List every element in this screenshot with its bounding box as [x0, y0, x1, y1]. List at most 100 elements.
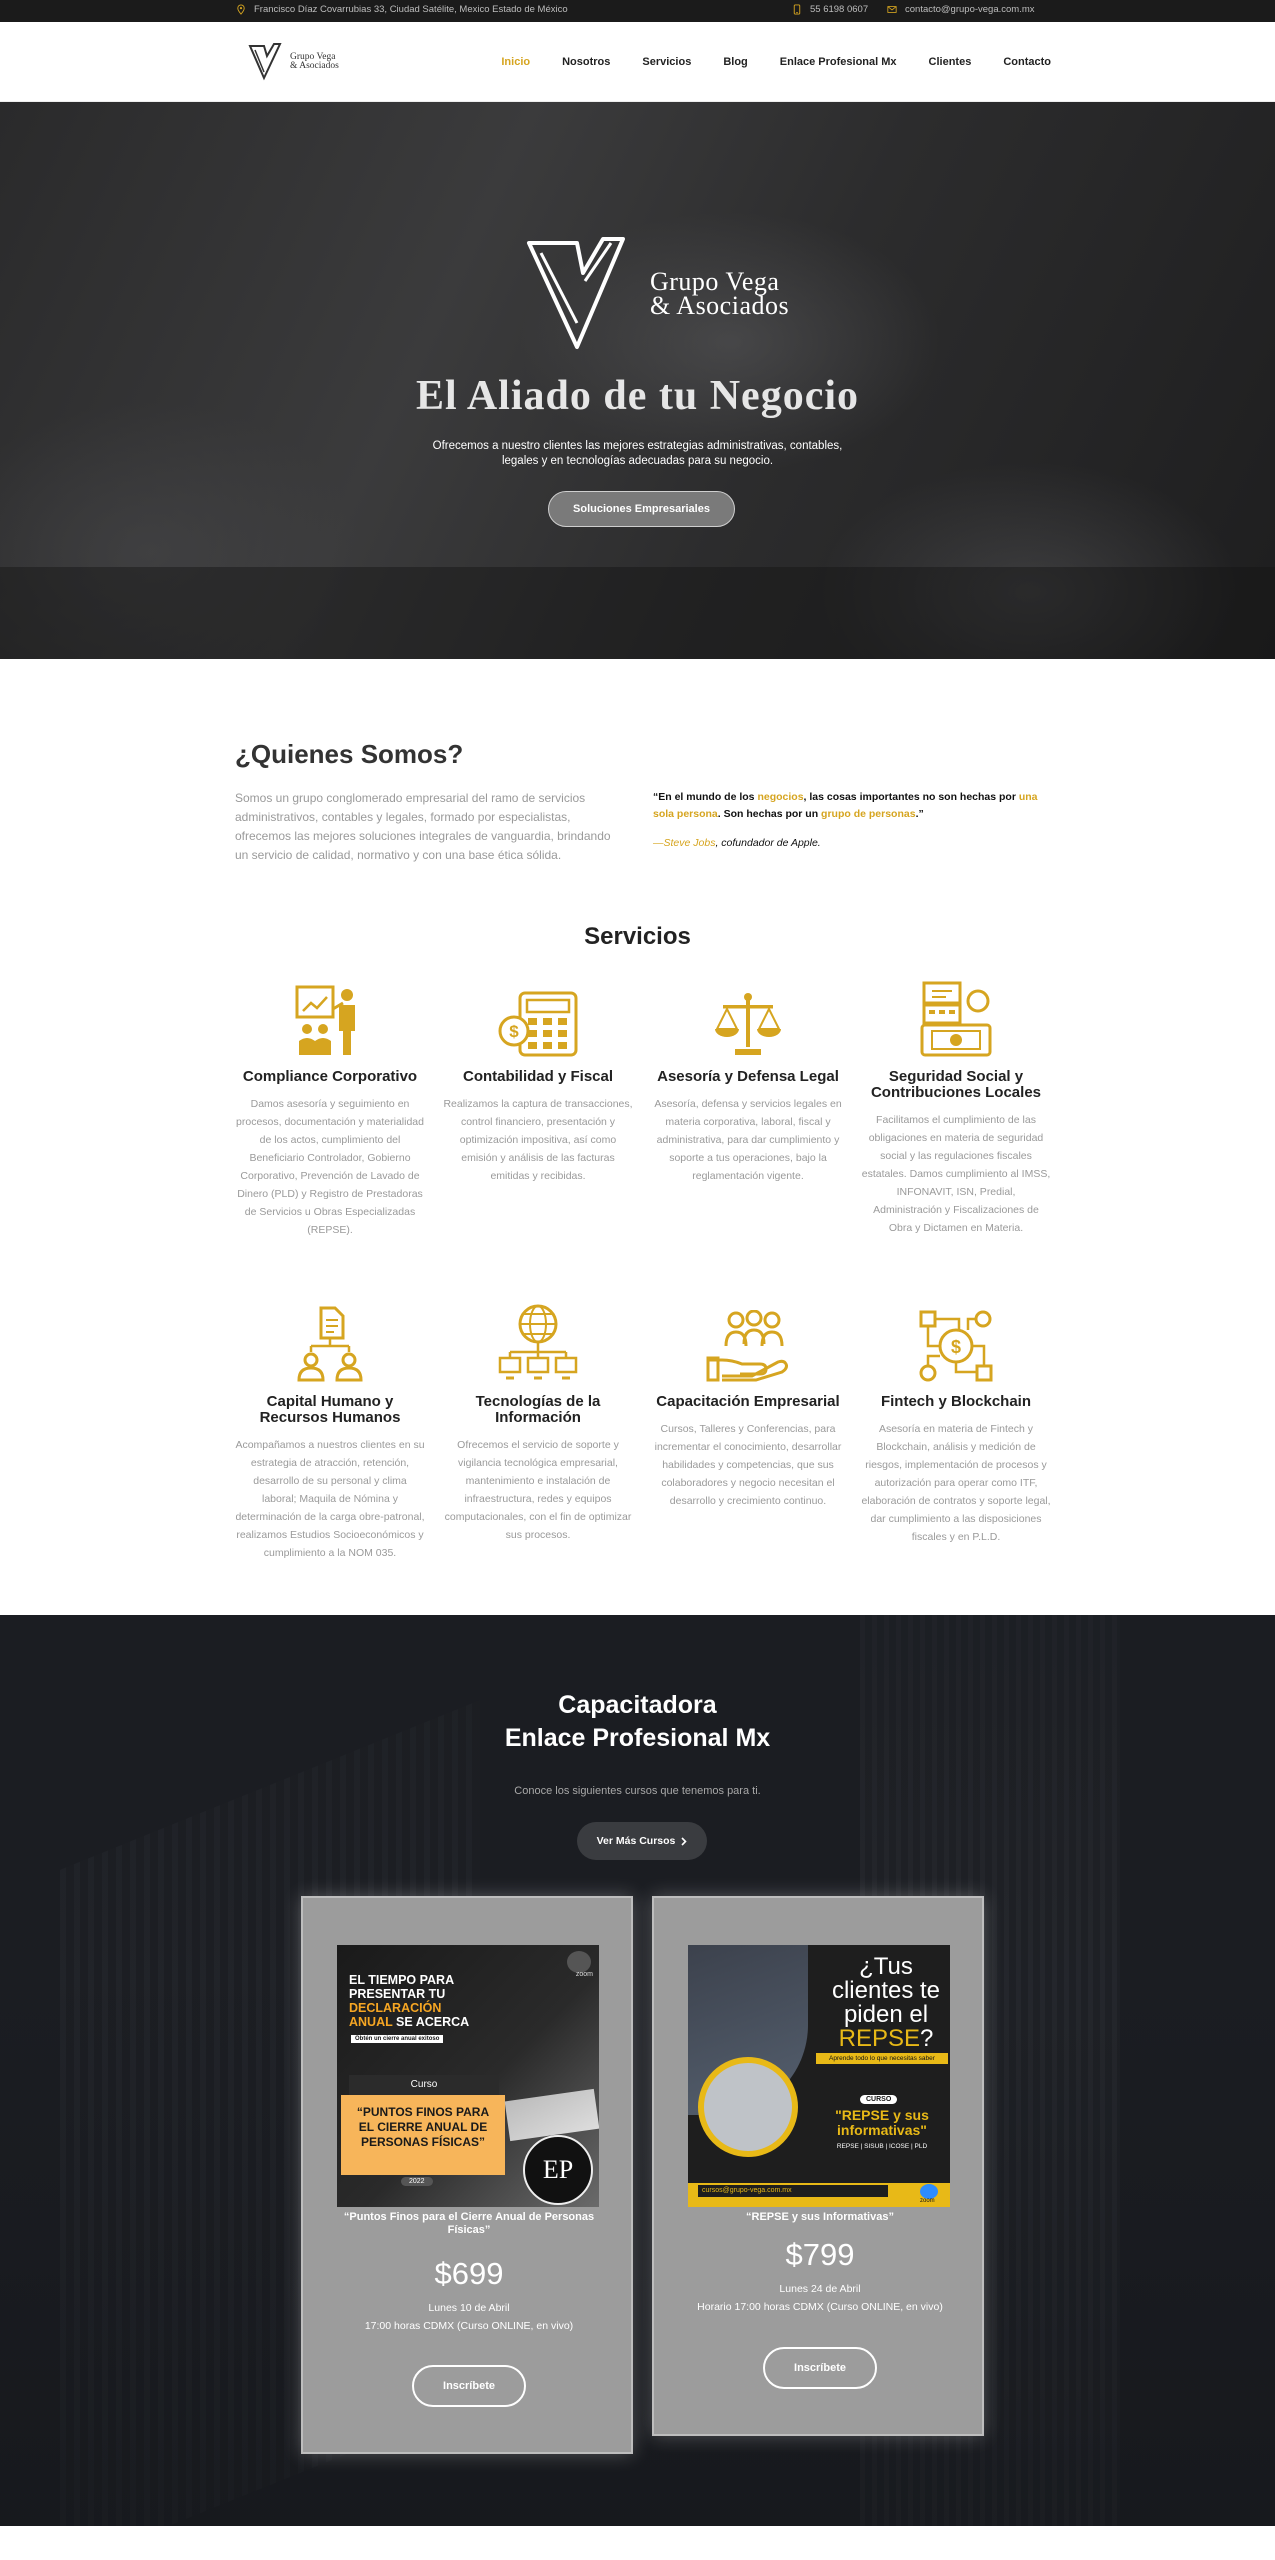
service-card: Compliance Corporativo Damos asesoría y s… [235, 975, 425, 1239]
course-time: Horario 17:00 horas CDMX (Curso ONLINE, … [697, 2301, 943, 2313]
course-price: $699 [434, 2256, 504, 2291]
zoom-label: zoom [575, 1971, 593, 1978]
calculator-icon: $ [443, 975, 633, 1057]
team-hand-icon [653, 1300, 843, 1382]
ep-logo: EP [523, 2135, 593, 2205]
solutions-button[interactable]: Soluciones Empresariales [548, 491, 735, 527]
poster-line: REPSE [838, 2025, 920, 2052]
service-description: Realizamos la captura de transacciones, … [443, 1098, 633, 1182]
training-title-line-1: Capacitadora [558, 1691, 717, 1719]
nav-item-nosotros[interactable]: Nosotros [562, 56, 610, 68]
service-description: Damos asesoría y seguimiento en procesos… [236, 1098, 424, 1236]
poster-strip: Aprende todo lo que necesitas saber [816, 2053, 948, 2064]
service-title: Seguridad Social y Contribuciones Locale… [870, 1068, 1042, 1101]
top-bar: Francisco Díaz Covarrubias 33, Ciudad Sa… [0, 0, 1275, 22]
course-date: Lunes 24 de Abril [779, 2283, 861, 2295]
nav-item-inicio[interactable]: Inicio [501, 56, 530, 68]
svg-text:$: $ [509, 1022, 519, 1041]
quote-text: , las cosas importantes no son hechas po… [803, 791, 1019, 803]
about-title: ¿Quienes Somos? [235, 739, 464, 769]
service-title: Tecnologías de la Información [475, 1393, 601, 1426]
more-courses-button[interactable]: Ver Más Cursos [577, 1822, 707, 1860]
poster-badge: CURSO [860, 2095, 898, 2104]
network-icon [443, 1300, 633, 1382]
service-card: Capital Humano y Recursos Humanos Acompañ… [235, 1300, 425, 1562]
poster-hand-graphic [504, 2088, 599, 2142]
service-description: Asesoría en materia de Fintech y Blockch… [861, 1423, 1051, 1543]
service-card: $ Fintech y Blockchain Asesoría en materia… [861, 1300, 1051, 1546]
poster-tags: REPSE | SISUB | ICOSE | PLD [836, 2143, 928, 2150]
course-poster[interactable]: ¿Tus clientes te piden el REPSE? Aprende… [688, 1945, 950, 2207]
blockchain-icon: $ [861, 1300, 1051, 1382]
poster-line: EL TIEMPO PARA [349, 1973, 455, 1987]
poster-box: "REPSE y sus informativas" [818, 2108, 946, 2138]
service-card: $ Contabilidad y Fiscal Realizamos la capt… [443, 975, 633, 1185]
hero-logo: Grupo Vega & Asociados [525, 235, 789, 353]
envelope-icon [887, 6, 897, 13]
services-grid: Compliance Corporativo Damos asesoría y s… [0, 975, 1275, 1615]
training-section: Capacitadora Enlace Profesional Mx Conoce… [0, 1615, 1275, 2526]
zoom-badge [567, 1951, 591, 1973]
enroll-button[interactable]: Inscríbete [763, 2347, 877, 2389]
poster-box: “PUNTOS FINOS PARA EL CIERRE ANUAL DE PE… [341, 2095, 505, 2175]
poster-badge: Curso [349, 2075, 499, 2095]
quote-text: “En el mundo de los [653, 791, 758, 803]
site-logo[interactable]: Grupo Vega & Asociados [248, 42, 339, 82]
more-courses-label: Ver Más Cursos [596, 1835, 676, 1847]
service-title: Asesoría y Defensa Legal [657, 1068, 839, 1085]
svg-text:$: $ [951, 1337, 961, 1357]
nav-item-clientes[interactable]: Clientes [929, 56, 972, 68]
service-card: Seguridad Social y Contribuciones Locale… [861, 975, 1051, 1237]
poster-email: cursos@grupo-vega.com.mx [698, 2185, 888, 2197]
presentation-icon [235, 975, 425, 1057]
service-description: Cursos, Talleres y Conferencias, para in… [654, 1423, 842, 1507]
nav-item-contacto[interactable]: Contacto [1003, 56, 1051, 68]
phone-text[interactable]: 55 6198 0607 [810, 4, 868, 15]
course-date: Lunes 10 de Abril [428, 2302, 510, 2314]
zoom-badge [920, 2184, 938, 2199]
nav-item-enlace-profesional-mx[interactable]: Enlace Profesional Mx [780, 56, 897, 68]
poster-line: piden el [843, 2001, 929, 2028]
course-time: 17:00 horas CDMX (Curso ONLINE, en vivo) [364, 2320, 574, 2332]
quote-text: .” [915, 808, 924, 820]
hero-section: Grupo Vega & Asociados El Aliado de tu Ne… [0, 102, 1275, 659]
address-text: Francisco Díaz Covarrubias 33, Ciudad Sa… [254, 4, 568, 15]
email-text[interactable]: contacto@grupo-vega.com.mx [905, 4, 1035, 15]
course-price: $799 [785, 2237, 855, 2272]
service-title: Contabilidad y Fiscal [462, 1068, 614, 1085]
poster-line: ? [920, 2025, 934, 2052]
course-card: zoom EL TIEMPO PARA PRESENTAR TU DECLARA… [301, 1896, 633, 2454]
poster-line: SE ACERCA [392, 2015, 470, 2029]
about-quote: “En el mundo de los negocios, las cosas … [653, 789, 1043, 823]
main-menu: Inicio Nosotros Servicios Blog Enlace Profes… [501, 22, 1051, 102]
poster-line: PRESENTAR TU [349, 1987, 446, 2001]
course-title: “REPSE y sus Informativas” [746, 2211, 894, 2223]
service-title: Capital Humano y Recursos Humanos [259, 1393, 401, 1426]
service-description: Facilitamos el cumplimiento de las oblig… [861, 1114, 1051, 1234]
author-name: —Steve Jobs [653, 837, 716, 849]
nav-item-servicios[interactable]: Servicios [642, 56, 691, 68]
service-card: Tecnologías de la Información Ofrecemos e… [443, 1300, 633, 1544]
enroll-button[interactable]: Inscríbete [412, 2365, 526, 2407]
service-title: Fintech y Blockchain [880, 1393, 1032, 1410]
email-info[interactable]: contacto@grupo-vega.com.mx [887, 4, 1035, 15]
zoom-label: zoom [920, 2198, 935, 2204]
service-title: Compliance Corporativo [242, 1068, 418, 1085]
poster-year: 2022 [401, 2177, 433, 2186]
nav-item-blog[interactable]: Blog [723, 56, 747, 68]
cash-register-icon [861, 975, 1051, 1057]
quote-highlight: grupo de personas [821, 808, 916, 820]
service-description: Ofrecemos el servicio de soporte y vigil… [444, 1439, 632, 1541]
poster-line: ¿Tus [859, 1953, 913, 1980]
poster-headline: EL TIEMPO PARA PRESENTAR TU DECLARACIÓN … [349, 1973, 499, 2029]
poster-line: clientes te [831, 1977, 941, 2004]
phone-info[interactable]: 55 6198 0607 [792, 4, 868, 15]
hero-logo-line-2: & Asociados [650, 291, 790, 320]
logo-mark-icon [248, 43, 282, 81]
service-title: Capacitación Empresarial [656, 1393, 840, 1410]
chevron-right-icon [681, 1836, 688, 1846]
scales-icon [653, 975, 843, 1057]
course-title: “Puntos Finos para el Cierre Anual de Pe… [343, 2211, 595, 2236]
logo-line-2: & Asociados [290, 61, 339, 71]
course-poster[interactable]: zoom EL TIEMPO PARA PRESENTAR TU DECLARA… [337, 1945, 599, 2207]
